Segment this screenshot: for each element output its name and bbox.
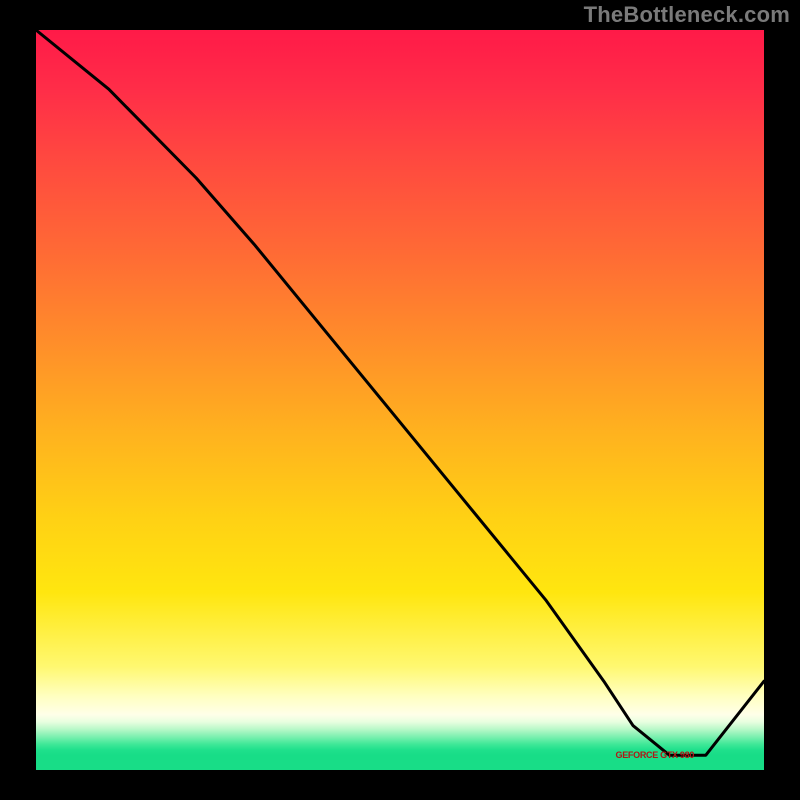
plot-frame: GEFORCE GTX 980: [36, 30, 764, 770]
chart-stage: TheBottleneck.com GEFORCE GTX 980: [0, 0, 800, 800]
bottleneck-curve: [36, 30, 764, 770]
gpu-marker-label: GEFORCE GTX 980: [616, 750, 695, 760]
watermark-text: TheBottleneck.com: [584, 2, 790, 28]
